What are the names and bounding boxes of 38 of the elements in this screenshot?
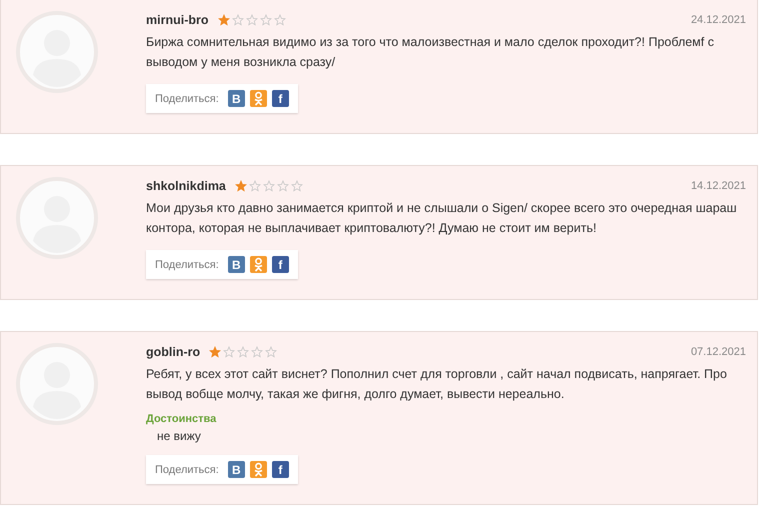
author-name: shkolnikdima bbox=[146, 179, 226, 193]
ok-share-button[interactable] bbox=[250, 256, 267, 273]
review-text: Ребят, у всех этот сайт виснет? Пополнил счет для торговли , сайт начал подвисать, напрягает. Про вывод вобще молчу, такая же фигня, долго думает, вывести нереально. bbox=[146, 366, 728, 403]
star-icon bbox=[232, 14, 244, 26]
star-icon bbox=[276, 180, 289, 192]
ok-share-button[interactable] bbox=[250, 90, 267, 107]
fb-share-button[interactable]: f bbox=[272, 90, 289, 107]
review-text: Мои друзья кто давно занимается криптой и не слышали о Sigen/ скорее всего это очередная шараш контора, которая не выплачивает криптовалюту?! Думаю не стоит им верить! bbox=[146, 200, 738, 237]
star-icon bbox=[274, 14, 286, 26]
vk-share-button[interactable]: B bbox=[228, 256, 245, 273]
share-label: Поделиться: bbox=[155, 464, 219, 476]
vk-share-button[interactable]: B bbox=[228, 90, 245, 107]
pros-text: не вижу bbox=[157, 429, 202, 443]
star-icon bbox=[265, 346, 278, 358]
star-icon bbox=[246, 14, 258, 26]
fb-share-button[interactable]: f bbox=[272, 256, 289, 273]
star-icon bbox=[262, 180, 275, 192]
pros-heading: Достоинства bbox=[146, 413, 218, 425]
vk-share-button[interactable]: B bbox=[228, 461, 245, 478]
author-name: mirnui-bro bbox=[146, 13, 208, 27]
star-icon bbox=[248, 180, 261, 192]
ok-share-button[interactable] bbox=[250, 461, 267, 478]
star-icon bbox=[218, 14, 230, 26]
star-icon bbox=[237, 346, 250, 358]
fb-share-button[interactable]: f bbox=[272, 461, 289, 478]
star-icon bbox=[234, 180, 247, 192]
review-date: 24.12.2021 bbox=[690, 14, 746, 26]
review-date: 07.12.2021 bbox=[690, 346, 746, 358]
star-icon bbox=[223, 346, 236, 358]
share-label: Поделиться: bbox=[155, 92, 219, 104]
star-icon bbox=[290, 180, 303, 192]
review-text: Биржа сомнительная видимо из за того что малоизвестная и мало сделок проходит?! Проблемf c выводом у меня возникла сразу/ bbox=[146, 34, 715, 71]
star-icon bbox=[260, 14, 272, 26]
star-icon bbox=[209, 346, 222, 358]
star-icon bbox=[251, 346, 264, 358]
author-name: goblin-ro bbox=[146, 345, 200, 359]
share-label: Поделиться: bbox=[155, 258, 219, 270]
review-date: 14.12.2021 bbox=[690, 180, 746, 192]
